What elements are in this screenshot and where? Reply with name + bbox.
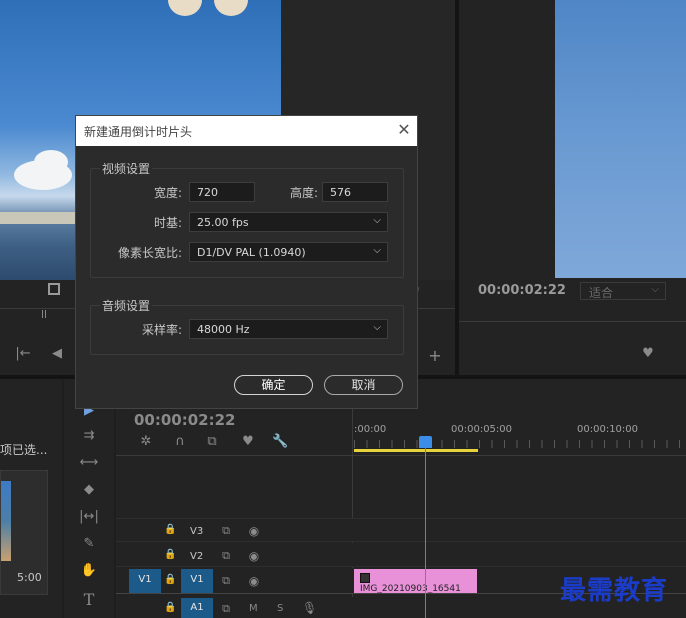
chevron-down-icon: ⌵ (651, 284, 659, 295)
audio-settings-title: 音频设置 (100, 297, 153, 314)
lock-icon[interactable]: 🔒 (164, 602, 176, 613)
shoreline (0, 212, 80, 224)
type-tool-icon[interactable]: T (78, 590, 100, 609)
playhead-line (425, 446, 426, 618)
sample-rate-label: 采样率: (141, 323, 182, 337)
source-patch-v1[interactable]: V1 (129, 569, 161, 593)
track-target-v1[interactable]: V1 (181, 569, 213, 593)
cancel-button[interactable]: 取消 (324, 375, 403, 395)
pixel-aspect-label: 像素长宽比: (117, 246, 182, 260)
sync-lock-icon[interactable]: ⧉ (218, 549, 234, 563)
track-label-v3: V3 (190, 526, 204, 537)
razor-tool-icon[interactable]: ◆ (78, 482, 100, 497)
fit-dropdown-value: 适合 (589, 286, 614, 300)
chevron-down-icon: ⌵ (373, 245, 381, 256)
timeline-timecode[interactable]: 00:00:02:22 (134, 411, 236, 429)
mute-button[interactable]: M (249, 603, 258, 614)
timebase-select[interactable]: 25.00 fps ⌵ (189, 212, 388, 232)
lock-icon[interactable]: 🔒 (164, 524, 176, 535)
program-timecode[interactable]: 00:00:02:22 (478, 283, 566, 298)
sample-rate-select[interactable]: 48000 Hz ⌵ (189, 319, 388, 339)
dialog-title: 新建通用倒计时片头 (84, 125, 193, 139)
track-select-tool-icon[interactable]: ⇉ (78, 428, 100, 443)
add-button-icon[interactable]: + (426, 346, 444, 365)
timeline-header-divider (116, 455, 686, 456)
linked-selection-icon[interactable]: ∩ (172, 434, 188, 449)
wrench-icon[interactable]: 🔧 (272, 434, 288, 449)
close-icon[interactable]: ✕ (394, 120, 414, 140)
height-field[interactable]: 576 (322, 182, 388, 202)
track-target-a1[interactable]: A1 (181, 598, 213, 618)
ruler-label-0: :00:00 (354, 424, 387, 435)
add-marker-icon[interactable]: ♥ (240, 434, 256, 449)
timeline-ruler-ticks (354, 440, 686, 448)
thumbnail-image (1, 481, 11, 561)
timebase-label: 时基: (153, 216, 182, 230)
new-countdown-dialog: 新建通用倒计时片头 ✕ 视频设置 宽度: 720 高度: 576 时基: 25.… (75, 115, 418, 409)
hand-tool-icon[interactable]: ✋ (78, 563, 100, 578)
ripple-edit-tool-icon[interactable]: ⟷ (78, 455, 100, 470)
width-label: 宽度: (153, 186, 182, 200)
sync-lock-icon[interactable]: ⧉ (218, 524, 234, 538)
chevron-down-icon: ⌵ (373, 322, 381, 333)
program-preview-image (555, 0, 686, 278)
sync-lock-icon[interactable]: ⧉ (218, 602, 234, 616)
step-back-icon[interactable]: ◀ (48, 346, 66, 361)
clip-fx-icon (360, 573, 370, 583)
video-clip[interactable]: IMG_20210903_16541 (354, 569, 477, 594)
playhead-handle[interactable] (419, 436, 432, 448)
slip-tool-icon[interactable]: |↔| (78, 509, 100, 524)
sync-lock-icon[interactable]: ⧉ (218, 574, 234, 588)
watermark-logo: 最需教育 (560, 576, 669, 606)
height-label: 高度: (289, 186, 318, 200)
project-selection-text: 项已选... (0, 443, 48, 457)
clip-name: IMG_20210903_16541 (360, 583, 461, 594)
project-thumbnail[interactable]: 5:00 (0, 470, 48, 595)
ok-button[interactable]: 确定 (234, 375, 313, 395)
program-ruler (459, 312, 686, 322)
work-area-bar[interactable] (354, 449, 478, 452)
source-playhead-marker (42, 310, 46, 318)
cloud-shape (34, 150, 68, 174)
sample-rate-value: 48000 Hz (197, 323, 250, 336)
eye-icon[interactable]: ◉ (246, 549, 262, 563)
mark-in-icon[interactable]: |← (14, 346, 32, 361)
nest-icon[interactable]: ⧉ (204, 434, 220, 449)
video-settings-title: 视频设置 (100, 160, 153, 177)
pen-tool-icon[interactable]: ✎ (78, 536, 100, 551)
snap-icon[interactable]: ✲ (138, 434, 154, 449)
premiere-workspace: 0 |← ◀ + 00:00:02:22 适合 ⌵ ♥ 项已选... 5:00 … (0, 0, 686, 618)
ruler-label-2: 00:00:10:00 (577, 424, 639, 435)
pixel-aspect-value: D1/DV PAL (1.0940) (197, 246, 306, 259)
lock-icon[interactable]: 🔒 (164, 549, 176, 560)
film-icon[interactable] (48, 283, 60, 295)
fit-dropdown[interactable]: 适合 ⌵ (580, 282, 666, 300)
track-label-v2: V2 (190, 551, 204, 562)
ruler-label-1: 00:00:05:00 (451, 424, 513, 435)
chevron-down-icon: ⌵ (373, 215, 381, 226)
solo-button[interactable]: S (277, 603, 283, 614)
pixel-aspect-select[interactable]: D1/DV PAL (1.0940) ⌵ (189, 242, 388, 262)
eye-icon[interactable]: ◉ (246, 574, 262, 588)
microphone-icon[interactable]: 🎙 (302, 601, 317, 615)
eye-icon[interactable]: ◉ (246, 524, 262, 538)
marker-icon[interactable]: ♥ (640, 346, 656, 361)
thumbnail-duration: 5:00 (17, 571, 42, 584)
timebase-value: 25.00 fps (197, 216, 249, 229)
width-field[interactable]: 720 (189, 182, 255, 202)
lock-icon[interactable]: 🔒 (164, 574, 176, 585)
